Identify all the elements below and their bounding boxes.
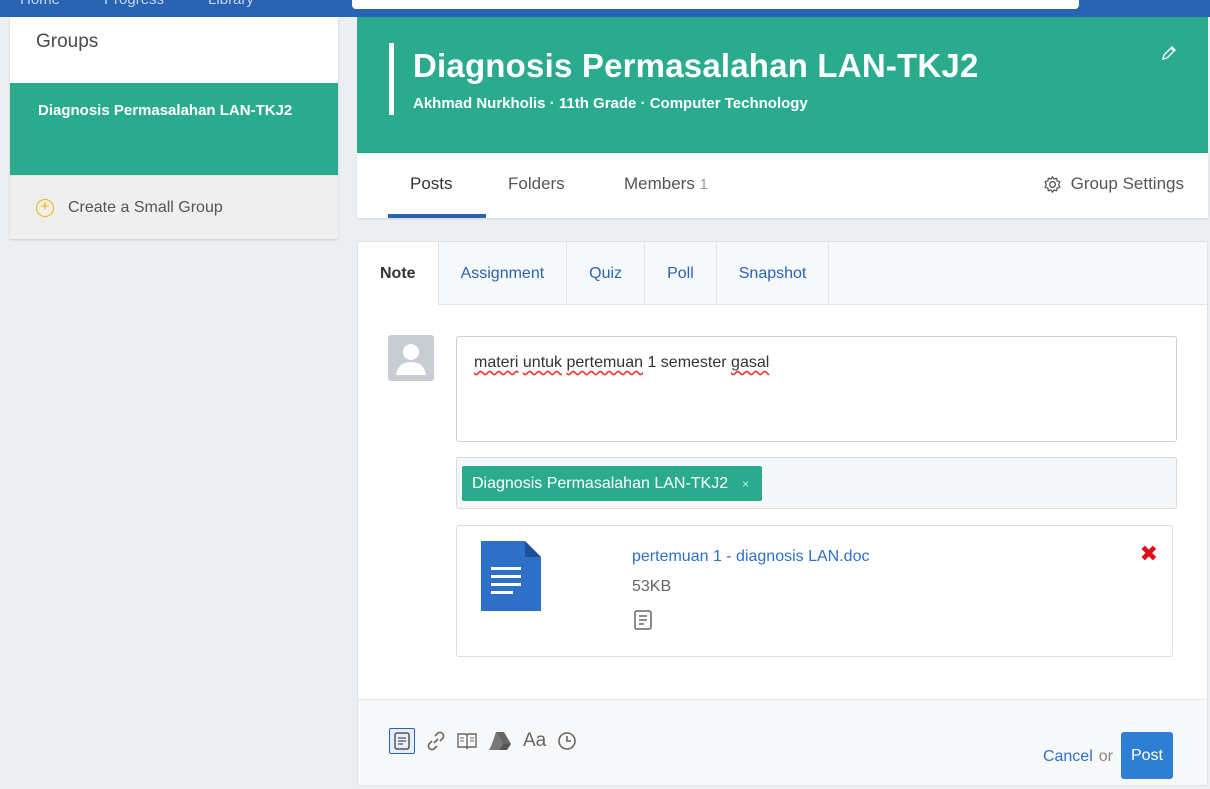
composer-tabs: Note Assignment Quiz Poll Snapshot	[358, 242, 1207, 306]
top-navigation-bar: Home Progress Library	[0, 0, 1210, 17]
group-tabs: Posts Folders Members 1 Group Settings	[357, 153, 1208, 218]
group-settings-button[interactable]: Group Settings	[1043, 174, 1184, 194]
link-icon[interactable]	[426, 728, 446, 754]
edit-pencil-icon[interactable]	[1160, 44, 1178, 67]
message-word: gasal	[731, 354, 770, 371]
drive-icon[interactable]	[488, 728, 512, 754]
message-word: pertemuan	[566, 354, 644, 371]
post-composer: Note Assignment Quiz Poll Snapshot mater…	[357, 241, 1208, 786]
gear-icon	[1044, 175, 1061, 193]
tab-members-label: Members	[624, 174, 695, 193]
members-count: 1	[699, 176, 708, 193]
attachment-filename-link[interactable]: pertemuan 1 - diagnosis LAN.doc	[632, 548, 869, 566]
note-text-input[interactable]: materi untuk pertemuan 1 semester gasal	[456, 336, 1177, 442]
message-word: 1 semester	[647, 354, 727, 371]
text-format-icon[interactable]: Aa	[523, 728, 546, 754]
remove-recipient-icon[interactable]: ×	[742, 477, 749, 491]
composer-toolbar: Aa	[389, 728, 577, 754]
composer-actions: Cancel or Post	[1043, 732, 1173, 779]
create-small-group-label: Create a Small Group	[68, 198, 223, 216]
recipient-chip-label: Diagnosis Permasalahan LAN-TKJ2	[472, 474, 729, 492]
sidebar-title: Groups	[36, 31, 99, 52]
sidebar-item-active-group[interactable]: Diagnosis Permasalahan LAN-TKJ2	[10, 83, 338, 175]
attachment-size: 53KB	[632, 578, 672, 595]
composer-footer: Aa Cancel or Post	[358, 699, 1207, 785]
composer-tab-snapshot[interactable]: Snapshot	[717, 242, 830, 305]
nav-progress[interactable]: Progress	[104, 0, 164, 8]
group-name: Diagnosis Permasalahan LAN-TKJ2	[413, 47, 979, 84]
composer-tab-note[interactable]: Note	[358, 242, 439, 306]
nav-library[interactable]: Library	[208, 0, 254, 8]
tab-members[interactable]: Members 1	[624, 174, 708, 194]
tab-folders[interactable]: Folders	[508, 174, 565, 194]
nav-home[interactable]: Home	[20, 0, 60, 8]
group-settings-label: Group Settings	[1070, 174, 1184, 193]
schedule-icon[interactable]	[557, 728, 577, 754]
attachment-card: pertemuan 1 - diagnosis LAN.doc 53KB ✖	[456, 525, 1173, 657]
group-header: Diagnosis Permasalahan LAN-TKJ2 Akhmad N…	[357, 17, 1208, 153]
attachment-note-icon[interactable]	[634, 610, 652, 635]
composer-tab-quiz[interactable]: Quiz	[567, 242, 646, 305]
remove-attachment-icon[interactable]: ✖	[1140, 541, 1158, 567]
or-text: or	[1098, 748, 1113, 765]
composer-tab-assignment[interactable]: Assignment	[439, 242, 568, 305]
composer-tab-poll[interactable]: Poll	[645, 242, 717, 305]
header-accent-bar	[389, 43, 394, 115]
top-nav-items: Home Progress Library	[20, 0, 254, 8]
message-word: materi	[474, 354, 519, 371]
avatar	[388, 335, 434, 381]
message-word: untuk	[522, 354, 563, 371]
active-tab-underline	[388, 214, 486, 218]
cancel-link[interactable]: Cancel	[1043, 748, 1093, 766]
tab-posts[interactable]: Posts	[410, 174, 453, 194]
post-button[interactable]: Post	[1121, 732, 1173, 779]
recipient-chip: Diagnosis Permasalahan LAN-TKJ2 ×	[462, 466, 763, 501]
groups-sidebar: Groups Diagnosis Permasalahan LAN-TKJ2 +…	[10, 17, 338, 239]
recipients-input[interactable]: Diagnosis Permasalahan LAN-TKJ2 ×	[456, 457, 1177, 509]
note-icon[interactable]	[389, 728, 415, 754]
plus-circle-icon: +	[36, 198, 54, 217]
create-small-group-button[interactable]: + Create a Small Group	[10, 175, 338, 239]
group-subtitle: Akhmad Nurkholis · 11th Grade · Computer…	[413, 95, 808, 112]
search-input[interactable]	[352, 0, 1079, 9]
document-file-icon	[481, 541, 541, 616]
library-icon[interactable]	[457, 728, 477, 754]
